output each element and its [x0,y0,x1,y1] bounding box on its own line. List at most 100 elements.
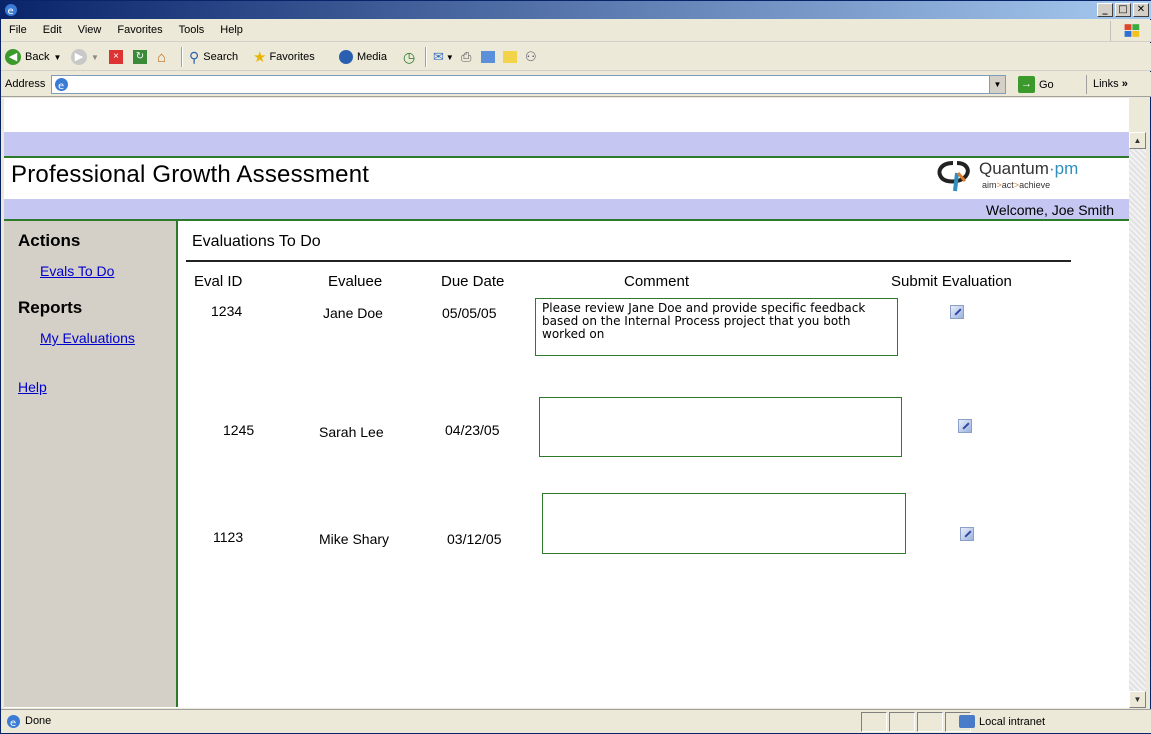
menu-bar: File Edit View Favorites Tools Help [1,20,1151,42]
scroll-up-button[interactable]: ▲ [1129,132,1146,149]
mail-button[interactable]: ✉ ▼ [433,47,454,67]
status-text: Done [25,715,52,727]
edit-button[interactable] [481,47,495,67]
messenger-button[interactable]: ⚇ [525,47,537,67]
evaluee-cell: Mike Shary [319,531,390,547]
standard-toolbar: ◀ Back ▼ ▶ ▼ × ↻ ⌂ ⚲ Search ★ Favorites … [1,43,1151,71]
go-button[interactable]: → Go [1018,76,1054,93]
history-button[interactable]: ◷ [403,47,415,67]
column-header-comment: Comment [624,273,690,290]
due-date-cell: 04/23/05 [445,422,500,438]
minimize-button[interactable]: _ [1097,3,1113,17]
dropdown-arrow-icon: ▼ [91,52,99,62]
stop-button[interactable]: × [109,47,123,67]
help-link[interactable]: Help [18,379,47,395]
messenger-icon: ⚇ [525,49,537,64]
column-header-eval-id: Eval ID [194,273,243,290]
menu-view[interactable]: View [78,24,102,36]
eval-id-cell: 1245 [223,422,255,438]
vertical-scrollbar[interactable]: ▲ ▼ [1129,132,1146,708]
intranet-icon [959,715,975,728]
welcome-band [4,199,1129,219]
refresh-button[interactable]: ↻ [133,47,147,67]
links-toolbar[interactable]: Links » [1086,75,1128,94]
svg-text:e: e [58,81,64,92]
search-icon: ⚲ [189,48,200,65]
svg-text:e: e [8,6,14,17]
edit-page-icon [481,51,495,63]
go-arrow-icon: → [1018,76,1035,93]
evaluee-cell: Sarah Lee [319,424,384,440]
app-title: Professional Growth Assessment [11,161,370,188]
forward-button[interactable]: ▶ ▼ [71,47,99,67]
comment-box[interactable] [542,493,906,554]
media-button[interactable]: Media [339,47,387,67]
due-date-cell: 05/05/05 [442,305,497,321]
evaluee-cell: Jane Doe [323,305,383,321]
address-bar: Address e ▼ → Go Links » [1,72,1151,97]
chevron-right-icon: » [1121,78,1128,90]
search-button[interactable]: ⚲ Search [189,47,238,67]
svg-text:e: e [10,718,16,729]
logo-suffix: pm [1054,159,1079,178]
menu-help[interactable]: Help [220,24,243,36]
column-header-due-date: Due Date [441,273,505,290]
logo-name: Quantum [979,159,1049,178]
media-icon [339,50,353,64]
menu-file[interactable]: File [9,24,27,36]
print-icon: ⎙ [461,49,472,64]
windows-logo-icon [1110,21,1140,41]
quantum-logo-icon [937,161,970,192]
title-bar[interactable]: e _ □ ✕ [1,1,1151,19]
company-logo: Quantum·pm aim>act>achieve [935,159,1115,199]
column-header-submit: Submit Evaluation [891,273,1012,290]
scroll-down-button[interactable]: ▼ [1129,691,1146,708]
actions-heading: Actions [18,231,81,250]
close-button[interactable]: ✕ [1133,3,1149,17]
section-divider [186,260,1071,262]
page-status-icon: e [7,715,20,729]
star-icon: ★ [253,49,267,66]
address-label: Address [5,78,46,90]
discuss-button[interactable] [503,47,517,67]
menu-tools[interactable]: Tools [179,24,205,36]
logo-tagline: aim>act>achieve [982,180,1051,190]
ie-logo-icon: e [5,4,17,17]
history-icon: ◷ [403,48,416,65]
due-date-cell: 03/12/05 [447,531,502,547]
refresh-icon: ↻ [133,50,147,64]
forward-arrow-icon: ▶ [71,49,87,65]
menu-edit[interactable]: Edit [43,24,62,36]
security-zone[interactable]: Local intranet [959,715,1045,728]
evals-to-do-link[interactable]: Evals To Do [40,263,114,279]
comment-box[interactable]: Please review Jane Doe and provide speci… [535,298,898,356]
address-dropdown-button[interactable]: ▼ [989,76,1005,93]
column-header-evaluee: Evaluee [328,273,383,290]
status-bar: e Done Local intranet [1,709,1151,733]
print-button[interactable]: ⎙ [461,47,471,67]
eval-id-cell: 1234 [211,303,243,319]
stop-icon: × [109,50,123,64]
favorites-button[interactable]: ★ Favorites [253,47,315,67]
submit-evaluation-icon[interactable] [958,419,972,433]
sidebar [4,221,176,707]
back-button[interactable]: ◀ Back ▼ [5,47,61,67]
address-input[interactable]: e ▼ [51,75,1006,94]
eval-id-cell: 1123 [213,529,244,545]
comment-box[interactable] [539,397,902,457]
note-icon [503,51,517,63]
home-icon: ⌂ [157,48,167,66]
home-button[interactable]: ⌂ [157,47,166,67]
maximize-button[interactable]: □ [1115,3,1131,17]
mail-icon: ✉ [433,49,444,64]
menu-favorites[interactable]: Favorites [117,24,162,36]
dropdown-arrow-icon: ▼ [445,52,454,62]
submit-evaluation-icon[interactable] [960,527,974,541]
reports-heading: Reports [18,298,83,317]
my-evaluations-link[interactable]: My Evaluations [40,330,135,346]
back-arrow-icon: ◀ [5,49,21,65]
welcome-text: Welcome, Joe Smith [985,202,1114,218]
section-title: Evaluations To Do [192,233,321,250]
header-band [4,132,1129,156]
submit-evaluation-icon[interactable] [950,305,964,319]
